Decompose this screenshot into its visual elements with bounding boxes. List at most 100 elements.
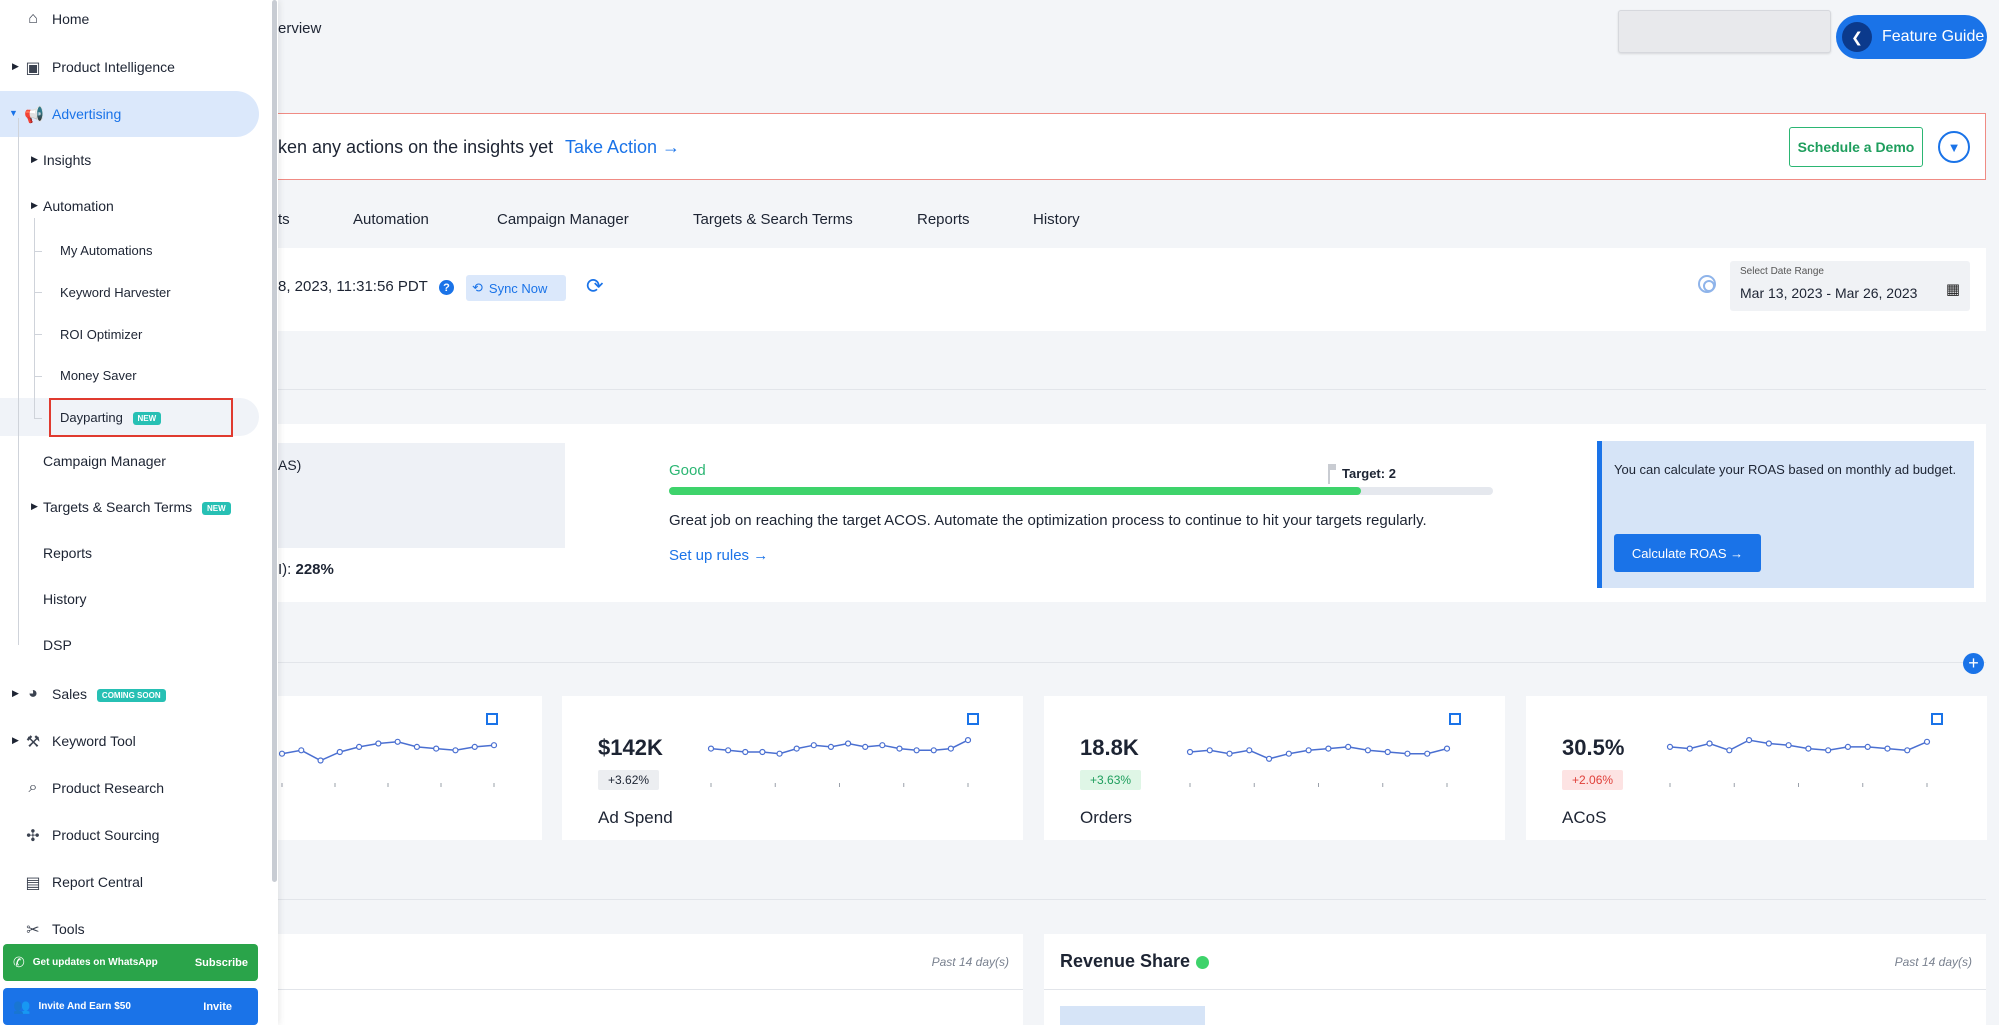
roas-current: I): 228%: [278, 561, 334, 578]
sidebar-item-my-automations[interactable]: My Automations: [60, 243, 153, 258]
sparkline-0: [278, 738, 498, 787]
dayparting-highlight-box: [49, 398, 233, 437]
revenue-share-card: Revenue Share Past 14 day(s): [1044, 934, 1986, 1025]
tab-history[interactable]: History: [1033, 211, 1080, 228]
sidebar-item-roi-optimizer[interactable]: ROI Optimizer: [60, 327, 142, 342]
revenue-share-tab[interactable]: [1060, 1006, 1205, 1025]
sidebar-item-product-research[interactable]: ⌕ Product Research: [29, 779, 165, 796]
tree-tick: [34, 334, 42, 335]
refresh-icon[interactable]: ⟳: [586, 274, 604, 299]
calculate-roas-button[interactable]: Calculate ROAS →: [1614, 534, 1761, 572]
tab-insights[interactable]: ts: [278, 211, 290, 228]
sidebar-item-label: Tools: [52, 921, 85, 937]
sparkline-point: [707, 745, 715, 752]
sparkline-point: [490, 742, 498, 749]
sparkline-point: [394, 738, 401, 745]
sidebar-item-campaign-manager[interactable]: Campaign Manager: [43, 453, 166, 469]
sparkline-point: [930, 747, 937, 754]
tree-tick: [34, 292, 42, 293]
tab-reports[interactable]: Reports: [917, 211, 970, 228]
sparkline-point: [742, 748, 749, 756]
sparkline-2: [1186, 743, 1451, 787]
coming-soon-badge: COMING SOON: [96, 688, 166, 702]
sparkline-point: [827, 743, 835, 750]
sparkline-point: [879, 742, 886, 749]
sidebar-item-label: Targets & Search Terms: [43, 499, 193, 515]
metric-change-badge: +3.63%: [1080, 770, 1142, 790]
sidebar-scrollbar[interactable]: [272, 0, 277, 882]
tab-targets-search-terms[interactable]: Targets & Search Terms: [693, 211, 853, 228]
chevron-down-icon[interactable]: ▼: [1938, 131, 1970, 163]
take-action-link[interactable]: Take Action →: [565, 137, 680, 158]
schedule-demo-button[interactable]: Schedule a Demo: [1789, 127, 1923, 167]
sidebar-item-automation[interactable]: ▶ Automation: [31, 198, 114, 214]
sidebar-item-keyword-harvester[interactable]: Keyword Harvester: [60, 285, 171, 300]
sidebar-item-tools[interactable]: ✂ Tools: [26, 921, 85, 939]
sidebar-item-label: Product Intelligence: [52, 59, 175, 75]
sparkline-point: [1666, 743, 1674, 750]
sidebar-item-insights[interactable]: ▶ Insights: [31, 152, 91, 168]
expand-icon[interactable]: [1931, 713, 1943, 725]
help-icon[interactable]: ?: [439, 280, 454, 295]
expand-icon[interactable]: [1449, 713, 1461, 725]
invite-button[interactable]: 👥 Invite And Earn $50 Invite: [3, 988, 258, 1025]
target-icon[interactable]: [1698, 275, 1716, 293]
add-widget-button[interactable]: +: [1963, 653, 1984, 674]
sidebar-item-history[interactable]: History: [43, 591, 87, 607]
date-range-picker[interactable]: Select Date Range Mar 13, 2023 - Mar 26,…: [1730, 261, 1970, 311]
main-content: erview ❮ Feature Guide ken any actions o…: [0, 0, 1999, 1025]
sparkline-point: [1206, 747, 1213, 754]
sparkline-point: [336, 748, 343, 756]
users-icon: 👥: [13, 998, 31, 1014]
sparkline-point: [452, 747, 459, 754]
sidebar-item-money-saver[interactable]: Money Saver: [60, 368, 137, 383]
sidebar-item-reports[interactable]: Reports: [43, 545, 92, 561]
subscribe-label: Subscribe: [194, 956, 248, 969]
sidebar-item-targets-search-terms[interactable]: ▶ Targets & Search Terms NEW: [31, 499, 231, 515]
sidebar-item-report-central[interactable]: ▤ Report Central: [25, 874, 144, 892]
header-placeholder-box[interactable]: [1618, 10, 1831, 53]
search-icon: ⌕: [28, 779, 38, 796]
sparkline-point: [1186, 748, 1194, 756]
sparkline-line: [710, 739, 969, 755]
sparkline-point: [1864, 743, 1871, 750]
tab-campaign-manager[interactable]: Campaign Manager: [497, 211, 629, 228]
sparkline-point: [278, 750, 286, 757]
sidebar-item-label: Reports: [43, 545, 93, 561]
sparkline-point: [1364, 747, 1372, 754]
setup-rules-link[interactable]: Set up rules →: [669, 547, 768, 564]
sidebar-item-product-sourcing[interactable]: ✣ Product Sourcing: [26, 827, 159, 845]
info-icon[interactable]: [1196, 955, 1210, 969]
sidebar-item-advertising[interactable]: ▼ 📢 Advertising: [9, 106, 121, 124]
expand-icon[interactable]: [967, 713, 979, 725]
tools-icon: ✂: [26, 922, 40, 939]
calculate-roas-box: You can calculate your ROAS based on mon…: [1597, 441, 1974, 588]
tab-automation[interactable]: Automation: [353, 211, 429, 228]
section-divider: [278, 899, 1986, 900]
sparkline-line: [281, 741, 495, 762]
sync-now-button[interactable]: ⟲ Sync Now: [466, 275, 566, 301]
feature-guide-button[interactable]: ❮ Feature Guide: [1836, 15, 1987, 59]
sync-icon: ⟲: [472, 280, 483, 295]
sparkline-point: [433, 745, 440, 752]
period-label: Past 14 day(s): [1894, 955, 1972, 969]
expand-icon[interactable]: [486, 713, 498, 725]
whatsapp-subscribe-button[interactable]: ✆ Get updates on WhatsApp Subscribe: [3, 944, 258, 981]
metric-label: Orders: [1080, 808, 1132, 827]
sparkline-point: [1726, 747, 1733, 754]
metric-card-orders: 18.8K +3.63% Orders: [1044, 696, 1505, 840]
alert-text: ken any actions on the insights yet: [278, 137, 554, 157]
sidebar-item-keyword-tool[interactable]: ▶ ⚒ Keyword Tool: [12, 733, 136, 751]
sidebar-item-label: Campaign Manager: [43, 453, 166, 469]
sidebar-item-label: Report Central: [52, 874, 144, 890]
sparkline-point: [471, 743, 478, 750]
sparkline-point: [725, 747, 732, 754]
sidebar-item-sales[interactable]: ▶ ◕ Sales COMING SOON: [12, 685, 166, 702]
sidebar-item-dsp[interactable]: DSP: [43, 637, 72, 653]
sidebar-item-product-intelligence[interactable]: ▶ ▣ Product Intelligence: [12, 59, 175, 77]
sidebar-item-home[interactable]: ⌂ Home: [28, 10, 89, 27]
sparkline-point: [896, 745, 903, 752]
metric-card-ad-spend: $142K +3.62% Ad Spend: [562, 696, 1023, 840]
sidebar-item-label: Money Saver: [60, 368, 137, 383]
wrench-icon: ⚒: [25, 734, 41, 751]
